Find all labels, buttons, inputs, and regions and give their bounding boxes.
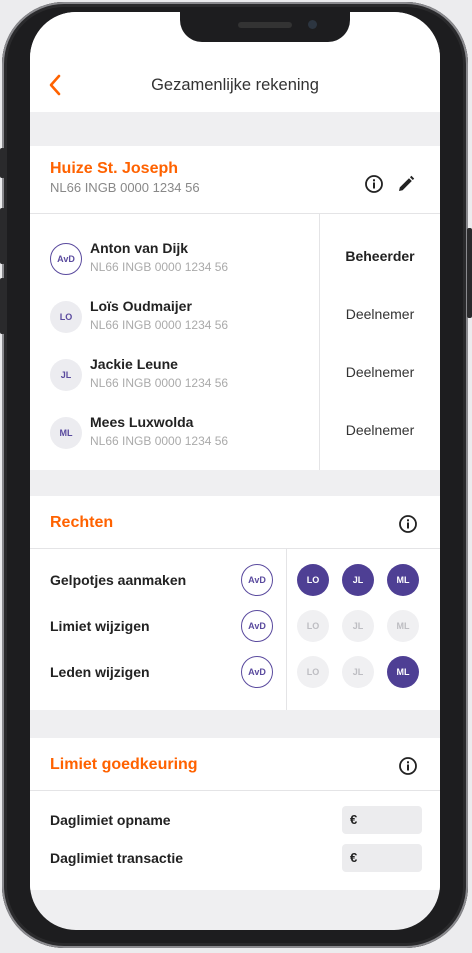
avatar: AvD [241,610,273,642]
avatar: JL [50,359,82,391]
info-icon[interactable] [364,174,384,194]
member-iban: NL66 INGB 0000 1234 56 [90,376,229,390]
rights-label: Gelpotjes aanmaken [50,572,187,588]
limits-title: Limiet goedkeuring [50,756,198,773]
permission-toggle-ml[interactable]: ML [387,656,419,688]
side-button [467,228,472,318]
member-iban: NL66 INGB 0000 1234 56 [90,434,229,448]
account-card: Huize St. Joseph NL66 INGB 0000 1234 56 … [30,146,440,470]
permission-toggle-lo[interactable]: LO [297,564,329,596]
info-icon[interactable] [398,514,418,534]
member-row[interactable]: LO Loïs Oudmaijer NL66 INGB 0000 1234 56… [30,292,440,350]
divider [30,790,440,791]
member-name: Mees Luxwolda [90,414,194,430]
daglimiet-opname-field[interactable]: € [342,806,422,834]
member-row[interactable]: AvD Anton van Dijk NL66 INGB 0000 1234 5… [30,234,440,292]
member-role: Deelnemer [345,422,415,438]
rights-row: Gelpotjes aanmaken AvD LO JL ML [30,560,440,600]
avatar: LO [50,301,82,333]
avatar: AvD [50,243,82,275]
member-role: Deelnemer [345,364,415,380]
rights-row: Limiet wijzigen AvD LO JL ML [30,606,440,646]
avatar: AvD [241,656,273,688]
member-role: Beheerder [345,248,415,264]
rights-label: Limiet wijzigen [50,618,150,634]
permission-toggle-jl[interactable]: JL [342,610,374,642]
avatar: ML [50,417,82,449]
member-name: Loïs Oudmaijer [90,298,192,314]
page-title: Gezamenlijke rekening [151,76,319,94]
member-row[interactable]: ML Mees Luxwolda NL66 INGB 0000 1234 56 … [30,408,440,466]
limits-card: Limiet goedkeuring Daglimiet opname € Da… [30,738,440,890]
account-iban: NL66 INGB 0000 1234 56 [50,180,200,195]
limit-label: Daglimiet opname [50,812,171,828]
avatar: AvD [241,564,273,596]
rights-label: Leden wijzigen [50,664,150,680]
divider [30,548,440,549]
divider [30,213,440,214]
limit-label: Daglimiet transactie [50,850,184,866]
rights-card: Rechten Gelpotjes aanmaken AvD LO JL ML … [30,496,440,710]
member-iban: NL66 INGB 0000 1234 56 [90,260,229,274]
info-icon[interactable] [398,756,418,776]
member-name: Anton van Dijk [90,240,189,256]
rights-row: Leden wijzigen AvD LO JL ML [30,652,440,692]
permission-toggle-lo[interactable]: LO [297,610,329,642]
phone-screen: Gezamenlijke rekening Huize St. Joseph N… [30,12,440,930]
permission-toggle-jl[interactable]: JL [342,564,374,596]
permission-toggle-ml[interactable]: ML [387,610,419,642]
account-name: Huize St. Joseph [50,160,179,177]
permission-toggle-lo[interactable]: LO [297,656,329,688]
side-button [0,278,5,334]
rights-title: Rechten [50,514,114,531]
member-iban: NL66 INGB 0000 1234 56 [90,318,229,332]
limit-row: Daglimiet opname € [30,806,440,836]
permission-toggle-jl[interactable]: JL [342,656,374,688]
member-row[interactable]: JL Jackie Leune NL66 INGB 0000 1234 56 D… [30,350,440,408]
side-button [0,148,5,178]
side-button [0,208,5,264]
phone-notch [180,12,350,42]
member-role: Deelnemer [345,306,415,322]
edit-icon[interactable] [396,174,416,194]
permission-toggle-ml[interactable]: ML [387,564,419,596]
daglimiet-transactie-field[interactable]: € [342,844,422,872]
member-name: Jackie Leune [90,356,178,372]
limit-row: Daglimiet transactie € [30,844,440,874]
